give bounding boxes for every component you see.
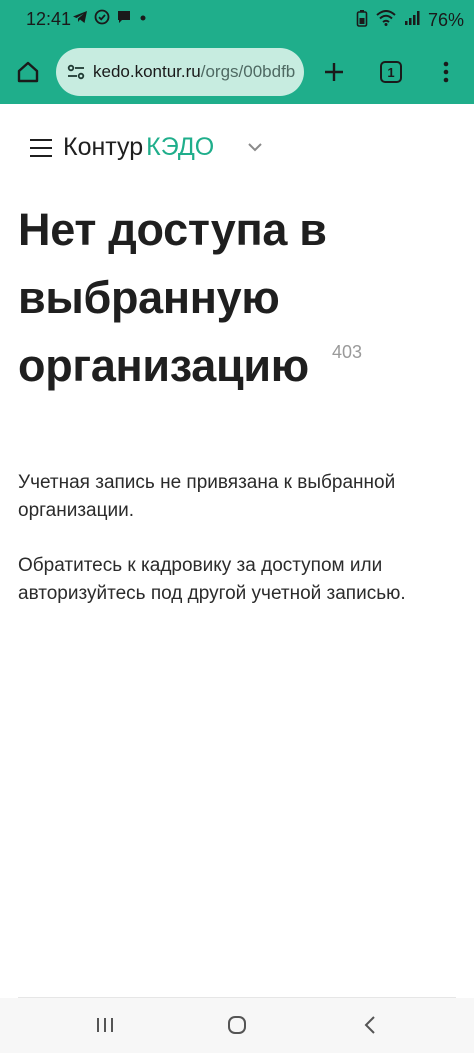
home-icon	[17, 61, 39, 83]
browser-menu-button[interactable]	[430, 54, 462, 90]
new-tab-button[interactable]	[316, 54, 352, 90]
wifi-icon	[376, 10, 396, 31]
signal-icon	[404, 10, 420, 31]
home-nav-button[interactable]	[217, 1010, 257, 1040]
tab-count: 1	[380, 61, 402, 83]
notification-icons	[72, 9, 148, 31]
address-bar[interactable]: kedo.kontur.ru/orgs/00bdfb	[56, 48, 304, 96]
battery-percent: 76%	[427, 10, 464, 30]
browser-toolbar: kedo.kontur.ru/orgs/00bdfb 1	[0, 40, 474, 104]
url-text[interactable]: kedo.kontur.ru/orgs/00bdfb	[93, 62, 297, 82]
brand-name: Контур	[63, 133, 144, 161]
system-icons: 76%	[356, 9, 464, 32]
page-title: Нет доступа в выбранную организацию	[18, 204, 327, 391]
url-path: /orgs/00bdfb	[200, 62, 296, 81]
status-time: 12:41	[26, 9, 72, 29]
back-button[interactable]	[350, 1010, 390, 1040]
chat-icon	[116, 9, 132, 31]
recent-apps-button[interactable]	[85, 1010, 125, 1040]
url-host: kedo.kontur.ru	[93, 62, 201, 81]
site-settings-icon[interactable]	[64, 60, 88, 84]
logo[interactable]: Контур КЭДО	[63, 133, 214, 162]
dot-icon	[138, 9, 148, 31]
more-vertical-icon	[443, 61, 449, 83]
hamburger-menu-icon[interactable]	[30, 139, 52, 157]
home-button[interactable]	[10, 54, 46, 90]
tab-switcher-button[interactable]: 1	[373, 54, 409, 90]
telegram-icon	[72, 9, 88, 31]
battery-saver-icon	[356, 9, 368, 32]
check-circle-icon	[94, 9, 110, 31]
plus-icon	[325, 63, 343, 81]
error-code: 403	[332, 342, 363, 362]
system-nav-bar	[0, 998, 474, 1053]
product-name: КЭДО	[146, 133, 215, 161]
site-header: Контур КЭДО	[0, 104, 474, 194]
recents-icon	[97, 1018, 113, 1032]
back-icon	[364, 1016, 375, 1034]
error-message: Учетная запись не привязана к выбранной …	[18, 472, 396, 521]
chevron-down-icon[interactable]	[247, 141, 263, 153]
help-message: Обратитесь к кадровику за доступом или а…	[18, 555, 406, 604]
status-bar: 12:41 76%	[0, 0, 474, 40]
home-circle-icon	[228, 1016, 246, 1034]
